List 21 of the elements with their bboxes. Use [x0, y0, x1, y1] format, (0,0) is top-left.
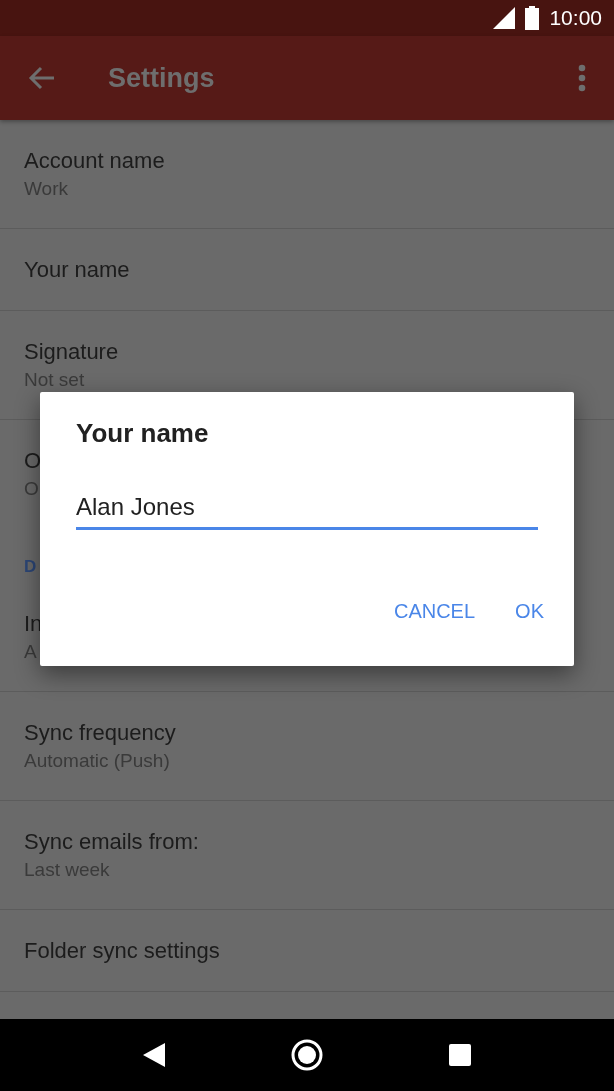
home-icon[interactable]: [291, 1039, 323, 1071]
clock-time: 10:00: [549, 6, 602, 30]
setting-title[interactable]: Your name: [24, 257, 130, 283]
dialog-button[interactable]: CANCEL: [379, 592, 490, 631]
screen-title: Settings: [108, 62, 216, 94]
signal-icon: [493, 7, 516, 29]
setting-title: Sync emails from:: [24, 829, 199, 855]
more-options-icon[interactable]: [578, 64, 586, 92]
section-header: D: [24, 557, 37, 577]
setting-title: Account name: [24, 148, 165, 174]
battery-icon: [525, 6, 540, 30]
back-arrow-icon[interactable]: [28, 64, 56, 92]
dialog-button[interactable]: OK: [501, 592, 558, 631]
recents-icon[interactable]: [449, 1044, 471, 1066]
setting-title: Sync frequency: [24, 720, 176, 746]
setting-title[interactable]: Folder sync settings: [24, 938, 220, 964]
setting-title: O: [24, 448, 42, 474]
back-icon[interactable]: [143, 1043, 165, 1067]
dialog-title: Your name: [76, 418, 209, 449]
name-input-field[interactable]: Alan Jones: [76, 493, 538, 530]
setting-title: Signature: [24, 339, 119, 365]
